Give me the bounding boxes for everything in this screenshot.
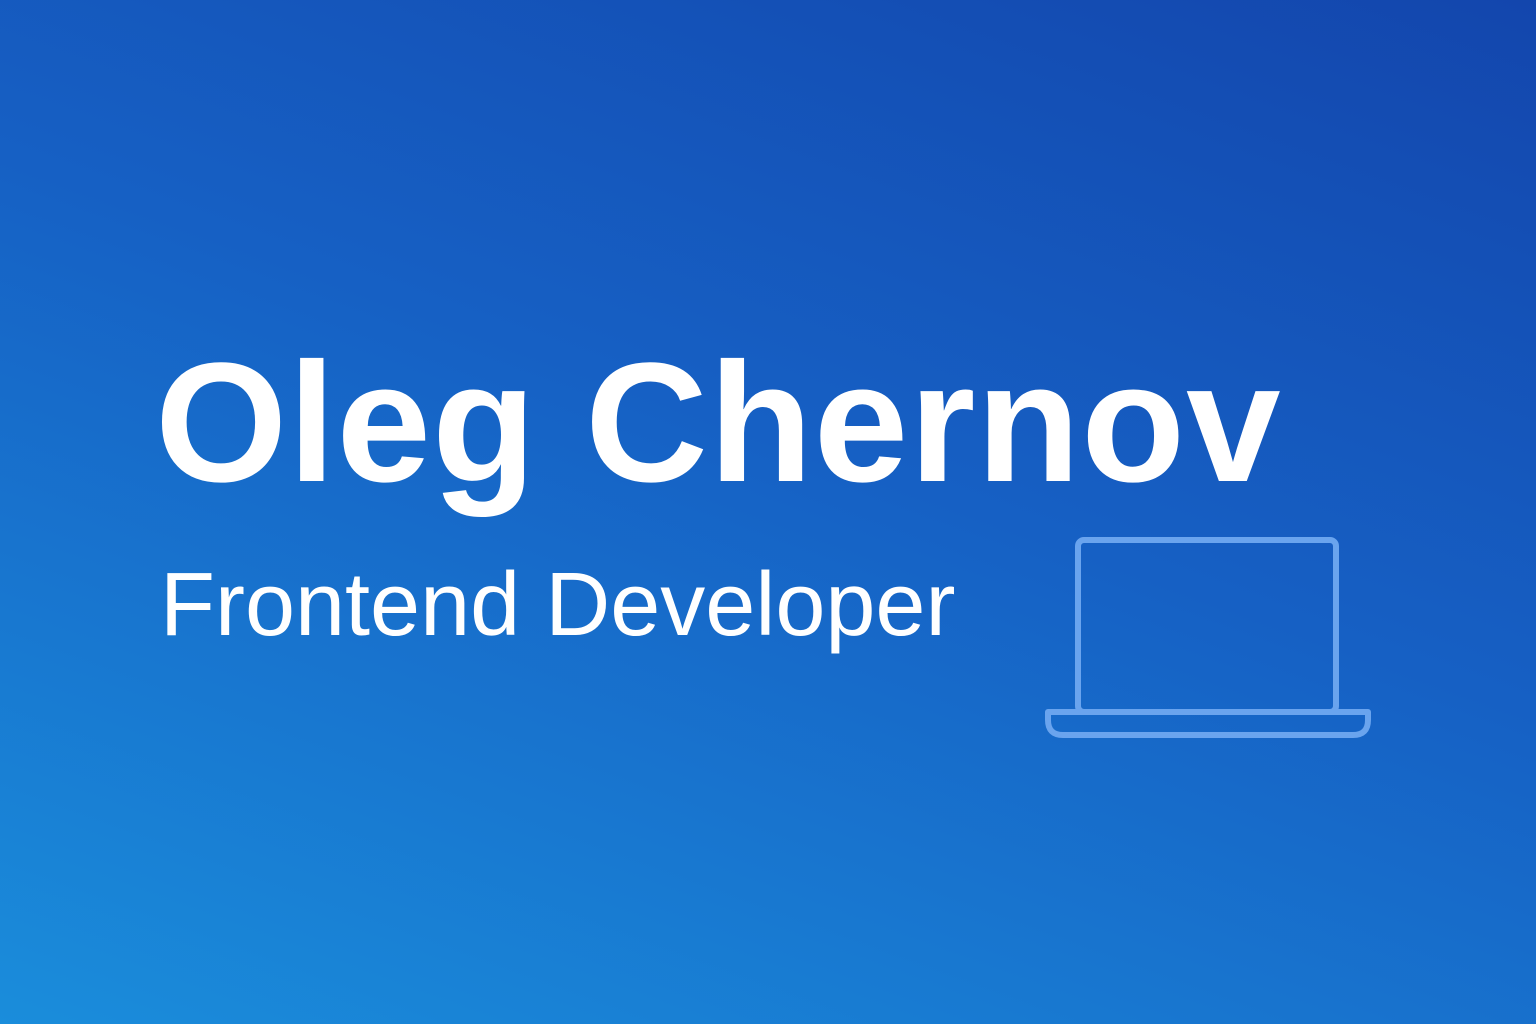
laptop-base [1045,709,1371,738]
laptop-icon [1045,537,1371,738]
profile-banner: Oleg Chernov Frontend Developer [0,0,1536,1024]
profile-role: Frontend Developer [160,555,956,655]
profile-name: Oleg Chernov [155,328,1282,518]
laptop-screen [1075,537,1339,715]
